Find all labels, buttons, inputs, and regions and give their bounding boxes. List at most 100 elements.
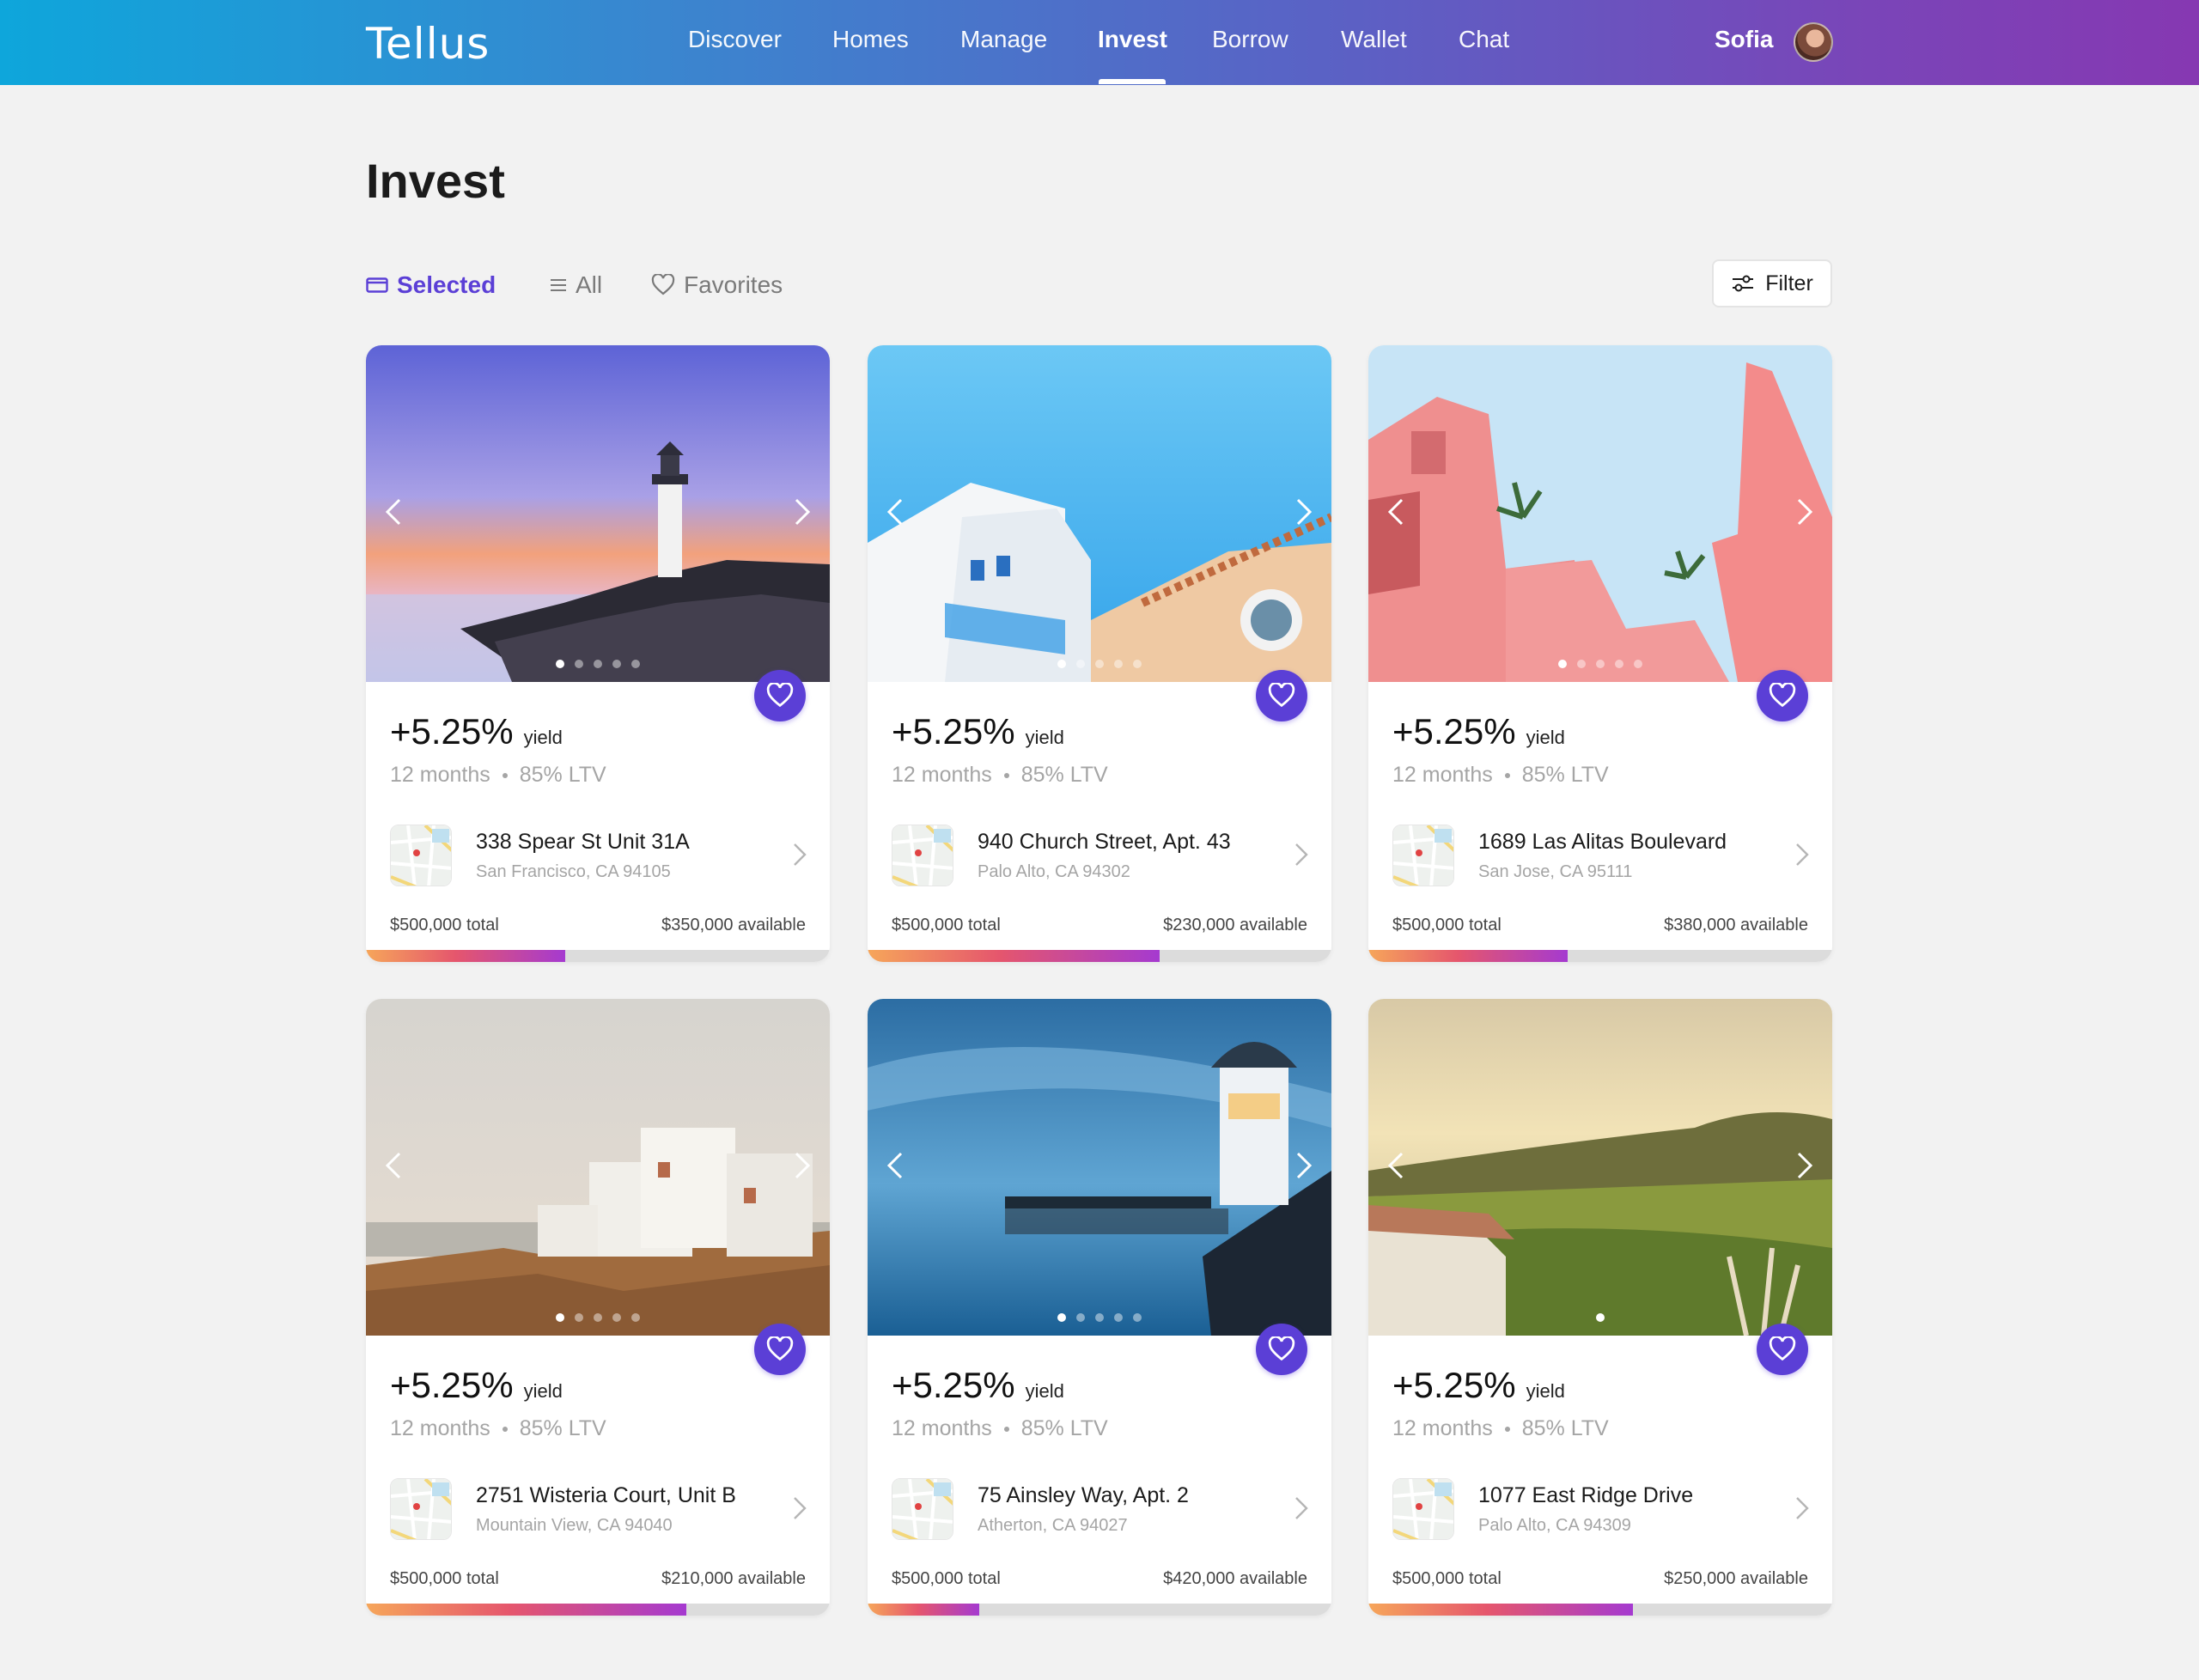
- carousel-dot[interactable]: [1133, 660, 1142, 668]
- filter-button[interactable]: Filter: [1712, 259, 1832, 307]
- nav-manage[interactable]: Manage: [960, 26, 1047, 60]
- property-address[interactable]: 75 Ainsley Way, Apt. 2: [978, 1483, 1189, 1508]
- carousel-dot[interactable]: [612, 1313, 621, 1322]
- carousel-dot[interactable]: [1558, 660, 1567, 668]
- open-listing-button[interactable]: [792, 1495, 807, 1525]
- next-photo-button[interactable]: [785, 495, 819, 533]
- carousel-dot[interactable]: [1596, 1313, 1605, 1322]
- carousel-dot[interactable]: [1615, 660, 1623, 668]
- listing-card[interactable]: +5.25% yield 12 months 85% LTV 2751 Wist…: [366, 999, 830, 1616]
- carousel-dot[interactable]: [1114, 1313, 1123, 1322]
- map-thumbnail[interactable]: [390, 1478, 452, 1540]
- nav-wallet[interactable]: Wallet: [1341, 26, 1407, 60]
- nav-borrow[interactable]: Borrow: [1212, 26, 1288, 60]
- listing-card[interactable]: +5.25% yield 12 months 85% LTV 1689 Las …: [1368, 345, 1832, 962]
- carousel-dot[interactable]: [594, 1313, 602, 1322]
- next-photo-button[interactable]: [1287, 1148, 1321, 1186]
- listing-photo[interactable]: [868, 345, 1331, 682]
- carousel-dot[interactable]: [556, 1313, 564, 1322]
- property-address[interactable]: 940 Church Street, Apt. 43: [978, 830, 1231, 855]
- open-listing-button[interactable]: [792, 842, 807, 872]
- carousel-dot[interactable]: [1076, 660, 1085, 668]
- carousel-dot[interactable]: [594, 660, 602, 668]
- listing-card[interactable]: +5.25% yield 12 months 85% LTV 1077 East…: [1368, 999, 1832, 1616]
- open-listing-button[interactable]: [1794, 1495, 1810, 1525]
- prev-photo-button[interactable]: [878, 1148, 912, 1186]
- favorite-button[interactable]: [754, 670, 806, 721]
- listing-photo[interactable]: [366, 345, 830, 682]
- favorite-button[interactable]: [1256, 670, 1307, 721]
- map-thumbnail[interactable]: [1392, 1478, 1454, 1540]
- open-listing-button[interactable]: [1794, 842, 1810, 872]
- carousel-dot[interactable]: [1114, 660, 1123, 668]
- property-address[interactable]: 2751 Wisteria Court, Unit B: [476, 1483, 736, 1508]
- nav-discover[interactable]: Discover: [688, 26, 782, 60]
- heart-outline-icon: [651, 274, 675, 295]
- chevron-left-icon: [1386, 497, 1405, 531]
- next-photo-button[interactable]: [785, 1148, 819, 1186]
- map-thumbnail[interactable]: [892, 1478, 953, 1540]
- property-address[interactable]: 338 Spear St Unit 31A: [476, 830, 690, 855]
- listing-card[interactable]: +5.25% yield 12 months 85% LTV 338 Spear…: [366, 345, 830, 962]
- listing-card[interactable]: +5.25% yield 12 months 85% LTV 940 Churc…: [868, 345, 1331, 962]
- favorite-button[interactable]: [1256, 1324, 1307, 1375]
- nav-chat[interactable]: Chat: [1459, 26, 1509, 60]
- listing-photo[interactable]: [1368, 345, 1832, 682]
- prev-photo-button[interactable]: [878, 495, 912, 533]
- listing-photo[interactable]: [868, 999, 1331, 1336]
- carousel-dot[interactable]: [1634, 660, 1642, 668]
- listing-photo-image: [868, 999, 1331, 1336]
- map-thumbnail[interactable]: [892, 825, 953, 886]
- map-thumbnail[interactable]: [390, 825, 452, 886]
- favorite-button[interactable]: [754, 1324, 806, 1375]
- carousel-dot[interactable]: [1095, 660, 1104, 668]
- carousel-dot[interactable]: [631, 660, 640, 668]
- open-listing-button[interactable]: [1294, 1495, 1309, 1525]
- carousel-dot[interactable]: [1095, 1313, 1104, 1322]
- map-thumbnail[interactable]: [1392, 825, 1454, 886]
- property-city: Mountain View, CA 94040: [476, 1516, 673, 1535]
- carousel-dot[interactable]: [1057, 1313, 1066, 1322]
- carousel-dot[interactable]: [1596, 660, 1605, 668]
- tellus-logo[interactable]: Tellus: [366, 19, 490, 69]
- prev-photo-button[interactable]: [1379, 495, 1413, 533]
- filter-label: Filter: [1765, 271, 1813, 295]
- chevron-left-icon: [886, 497, 905, 531]
- carousel-dot[interactable]: [1057, 660, 1066, 668]
- listing-card[interactable]: +5.25% yield 12 months 85% LTV 75 Ainsle…: [868, 999, 1331, 1616]
- nav-homes[interactable]: Homes: [832, 26, 909, 60]
- listing-photo[interactable]: [366, 999, 830, 1336]
- carousel-dot[interactable]: [575, 1313, 583, 1322]
- next-photo-button[interactable]: [1287, 495, 1321, 533]
- user-name[interactable]: Sofia: [1715, 26, 1773, 53]
- carousel-dot[interactable]: [612, 660, 621, 668]
- carousel-dot[interactable]: [631, 1313, 640, 1322]
- tab-favorites[interactable]: Favorites: [651, 270, 783, 301]
- carousel-dot[interactable]: [556, 660, 564, 668]
- property-address[interactable]: 1077 East Ridge Drive: [1478, 1483, 1693, 1508]
- yield-value: +5.25%: [1392, 1365, 1516, 1405]
- nav-invest[interactable]: Invest: [1098, 26, 1167, 60]
- open-listing-button[interactable]: [1294, 842, 1309, 872]
- carousel-dot[interactable]: [1133, 1313, 1142, 1322]
- carousel-dot[interactable]: [1076, 1313, 1085, 1322]
- carousel-dot[interactable]: [575, 660, 583, 668]
- property-city: San Francisco, CA 94105: [476, 862, 671, 881]
- favorite-button[interactable]: [1757, 670, 1808, 721]
- prev-photo-button[interactable]: [1379, 1148, 1413, 1186]
- tab-all[interactable]: All: [550, 270, 602, 301]
- map-thumbnail-icon: [892, 825, 953, 886]
- listing-photo[interactable]: [1368, 999, 1832, 1336]
- tab-selected[interactable]: Selected: [366, 270, 496, 301]
- heart-icon: [1268, 1336, 1295, 1361]
- next-photo-button[interactable]: [1788, 495, 1822, 533]
- next-photo-button[interactable]: [1788, 1148, 1822, 1186]
- favorite-button[interactable]: [1757, 1324, 1808, 1375]
- chevron-right-icon: [1795, 497, 1814, 531]
- property-address[interactable]: 1689 Las Alitas Boulevard: [1478, 830, 1727, 855]
- yield-value: +5.25%: [1392, 711, 1516, 752]
- carousel-dot[interactable]: [1577, 660, 1586, 668]
- prev-photo-button[interactable]: [376, 495, 411, 533]
- avatar[interactable]: [1794, 22, 1833, 62]
- prev-photo-button[interactable]: [376, 1148, 411, 1186]
